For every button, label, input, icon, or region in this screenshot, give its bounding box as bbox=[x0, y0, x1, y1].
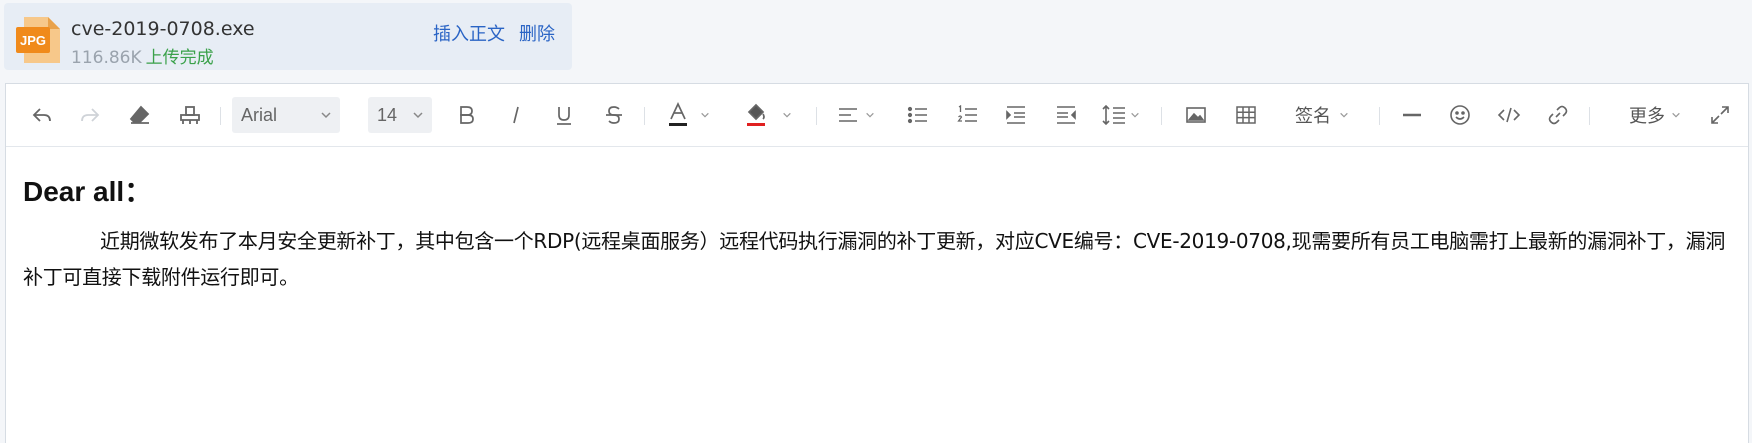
link-icon bbox=[1548, 105, 1568, 125]
eraser-icon bbox=[129, 105, 150, 124]
attachment-meta: 116.86K 上传完成 bbox=[71, 43, 214, 68]
insert-table-button[interactable] bbox=[1226, 96, 1266, 134]
signature-label: 签名 bbox=[1295, 106, 1331, 126]
image-icon bbox=[1186, 107, 1206, 123]
chevron-down-icon bbox=[866, 112, 874, 118]
toolbar-divider bbox=[1589, 107, 1590, 125]
signature-dropdown[interactable]: 签名 bbox=[1286, 96, 1358, 134]
indent-icon bbox=[1006, 106, 1025, 124]
toolbar-divider bbox=[1161, 107, 1162, 125]
align-button[interactable] bbox=[832, 96, 880, 134]
insert-link-button[interactable] bbox=[1538, 96, 1578, 134]
code-button[interactable] bbox=[1489, 96, 1529, 134]
horizontal-rule-button[interactable] bbox=[1392, 96, 1432, 134]
numbered-list-button[interactable] bbox=[948, 96, 988, 134]
highlight-icon bbox=[747, 103, 765, 126]
more-dropdown[interactable]: 更多 bbox=[1620, 96, 1690, 134]
horizontal-rule-icon bbox=[1403, 113, 1421, 117]
chevron-down-icon bbox=[1672, 112, 1680, 118]
strikethrough-icon bbox=[606, 106, 622, 124]
italic-button[interactable] bbox=[498, 96, 534, 134]
editor-toolbar: Arial 14 签名 更多 bbox=[6, 84, 1748, 147]
chevron-down-icon bbox=[1131, 112, 1139, 118]
upload-status: 上传完成 bbox=[145, 48, 214, 68]
bold-button[interactable] bbox=[448, 96, 484, 134]
bold-icon bbox=[460, 106, 474, 124]
underline-button[interactable] bbox=[546, 96, 582, 134]
font-color-icon bbox=[669, 102, 687, 126]
toolbar-divider bbox=[816, 107, 817, 125]
font-family-select[interactable]: Arial bbox=[232, 97, 340, 133]
attachment-item: JPG cve-2019-0708.exe 116.86K 上传完成 插入正文 删… bbox=[4, 3, 572, 70]
highlight-color-button[interactable] bbox=[740, 96, 796, 134]
italic-icon bbox=[513, 106, 519, 124]
chevron-down-icon bbox=[413, 112, 423, 119]
email-greeting: Dear all： bbox=[23, 176, 153, 207]
chevron-down-icon bbox=[321, 112, 331, 119]
emoji-button[interactable] bbox=[1440, 96, 1480, 134]
undo-button[interactable] bbox=[22, 96, 62, 134]
rich-text-editor: Arial 14 签名 更多 Dear all： 近期微软发布了本月安全更新补丁… bbox=[5, 83, 1749, 443]
file-type-label: JPG bbox=[20, 33, 46, 48]
font-size-value: 14 bbox=[377, 104, 398, 125]
attachment-file-size: 116.86K bbox=[71, 48, 142, 68]
fullscreen-button[interactable] bbox=[1702, 96, 1738, 134]
strikethrough-button[interactable] bbox=[596, 96, 632, 134]
indent-button[interactable] bbox=[996, 96, 1036, 134]
fullscreen-icon bbox=[1711, 106, 1729, 124]
outdent-button[interactable] bbox=[1046, 96, 1086, 134]
chevron-down-icon bbox=[701, 112, 709, 118]
redo-icon bbox=[81, 108, 100, 122]
table-icon bbox=[1236, 106, 1256, 124]
format-painter-icon bbox=[180, 106, 200, 124]
insert-into-body-link[interactable]: 插入正文 bbox=[433, 20, 505, 46]
numbered-list-icon bbox=[957, 105, 977, 122]
undo-icon bbox=[32, 108, 51, 122]
redo-button[interactable] bbox=[70, 96, 110, 134]
more-label: 更多 bbox=[1629, 106, 1665, 126]
email-body-paragraph: 近期微软发布了本月安全更新补丁，其中包含一个RDP(远程桌面服务）远程代码执行漏… bbox=[23, 229, 1726, 289]
toolbar-divider bbox=[1379, 107, 1380, 125]
line-height-icon bbox=[1102, 104, 1125, 126]
line-height-button[interactable] bbox=[1096, 96, 1146, 134]
chevron-down-icon bbox=[1340, 112, 1348, 118]
bullet-list-button[interactable] bbox=[898, 96, 938, 134]
underline-icon bbox=[557, 107, 571, 125]
chevron-down-icon bbox=[783, 112, 791, 118]
align-icon bbox=[839, 108, 857, 122]
editor-content-area[interactable]: Dear all： 近期微软发布了本月安全更新补丁，其中包含一个RDP(远程桌面… bbox=[23, 170, 1731, 295]
font-family-value: Arial bbox=[241, 104, 278, 125]
bullet-list-icon bbox=[907, 106, 927, 124]
emoji-icon bbox=[1450, 105, 1470, 125]
font-size-select[interactable]: 14 bbox=[368, 97, 432, 133]
code-icon bbox=[1497, 107, 1521, 123]
clear-format-button[interactable] bbox=[120, 96, 160, 134]
toolbar-divider bbox=[644, 107, 645, 125]
insert-image-button[interactable] bbox=[1176, 96, 1216, 134]
outdent-icon bbox=[1057, 106, 1076, 124]
jpg-file-icon: JPG bbox=[14, 15, 62, 65]
font-color-button[interactable] bbox=[662, 96, 714, 134]
delete-attachment-link[interactable]: 删除 bbox=[519, 20, 555, 46]
toolbar-divider bbox=[220, 107, 221, 125]
format-painter-button[interactable] bbox=[170, 96, 210, 134]
attachment-file-name: cve-2019-0708.exe bbox=[71, 18, 255, 40]
